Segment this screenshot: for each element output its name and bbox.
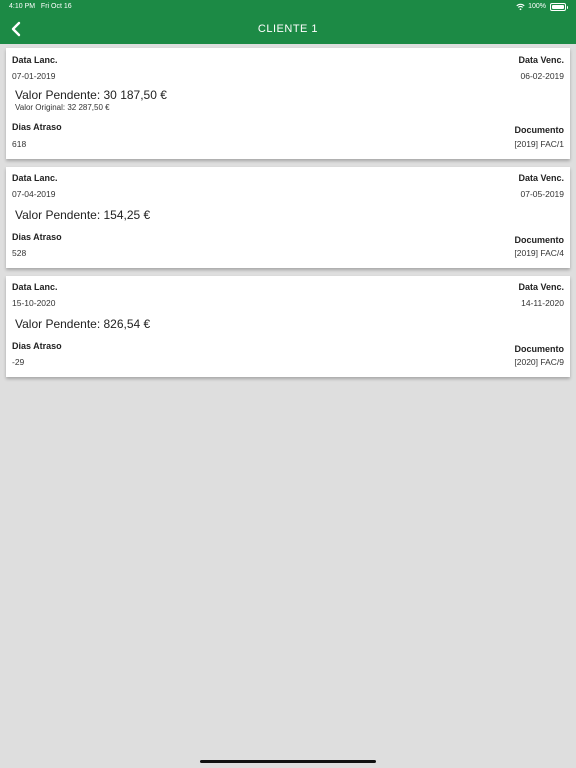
valor-pendente: Valor Pendente: 30 187,50 € <box>15 88 167 102</box>
status-date: Fri Oct 16 <box>40 3 72 10</box>
data-lanc-label: Data Lanc. <box>12 173 58 183</box>
invoice-card[interactable]: Data Lanc. Data Venc. 15-10-2020 14-11-2… <box>6 276 570 377</box>
dias-atraso-label: Dias Atraso <box>12 122 62 132</box>
data-venc-label: Data Venc. <box>518 55 564 65</box>
wifi-icon <box>516 3 525 11</box>
documento-value: [2019] FAC/4 <box>514 248 564 258</box>
data-venc-label: Data Venc. <box>518 282 564 292</box>
data-venc-value: 06-02-2019 <box>520 71 564 81</box>
data-lanc-value: 07-04-2019 <box>12 189 56 199</box>
dias-atraso-value: 528 <box>12 248 27 258</box>
status-bar: 4:10 PM Fri Oct 16 100% <box>0 0 576 14</box>
valor-original: Valor Original: 32 287,50 € <box>15 103 110 112</box>
battery-percent: 100% <box>528 3 546 10</box>
home-indicator[interactable] <box>200 760 376 763</box>
data-lanc-value: 15-10-2020 <box>12 298 56 308</box>
status-time-date: 4:10 PM Fri Oct 16 <box>9 0 72 14</box>
invoice-card[interactable]: Data Lanc. Data Venc. 07-01-2019 06-02-2… <box>6 48 570 159</box>
dias-atraso-label: Dias Atraso <box>12 341 62 351</box>
page-title: CLIENTE 1 <box>257 23 319 35</box>
invoice-list: Data Lanc. Data Venc. 07-01-2019 06-02-2… <box>6 48 570 385</box>
documento-value: [2020] FAC/9 <box>514 357 564 367</box>
dias-atraso-value: -29 <box>12 357 25 367</box>
dias-atraso-label: Dias Atraso <box>12 232 62 242</box>
navigation-bar: 4:10 PM Fri Oct 16 100% CLIENTE 1 <box>0 0 576 44</box>
data-lanc-label: Data Lanc. <box>12 55 58 65</box>
battery-icon <box>550 3 568 11</box>
data-venc-value: 14-11-2020 <box>521 298 564 308</box>
documento-label: Documento <box>514 235 565 245</box>
valor-pendente: Valor Pendente: 154,25 € <box>15 208 151 222</box>
data-lanc-value: 07-01-2019 <box>12 71 56 81</box>
documento-label: Documento <box>514 125 565 135</box>
valor-pendente: Valor Pendente: 826,54 € <box>15 317 151 331</box>
status-time: 4:10 PM <box>9 3 36 10</box>
data-lanc-label: Data Lanc. <box>12 282 58 292</box>
documento-value: [2019] FAC/1 <box>514 139 564 149</box>
documento-label: Documento <box>514 344 565 354</box>
dias-atraso-value: 618 <box>12 139 27 149</box>
status-right: 100% <box>516 0 568 14</box>
data-venc-label: Data Venc. <box>518 173 564 183</box>
invoice-card[interactable]: Data Lanc. Data Venc. 07-04-2019 07-05-2… <box>6 167 570 268</box>
data-venc-value: 07-05-2019 <box>520 189 564 199</box>
